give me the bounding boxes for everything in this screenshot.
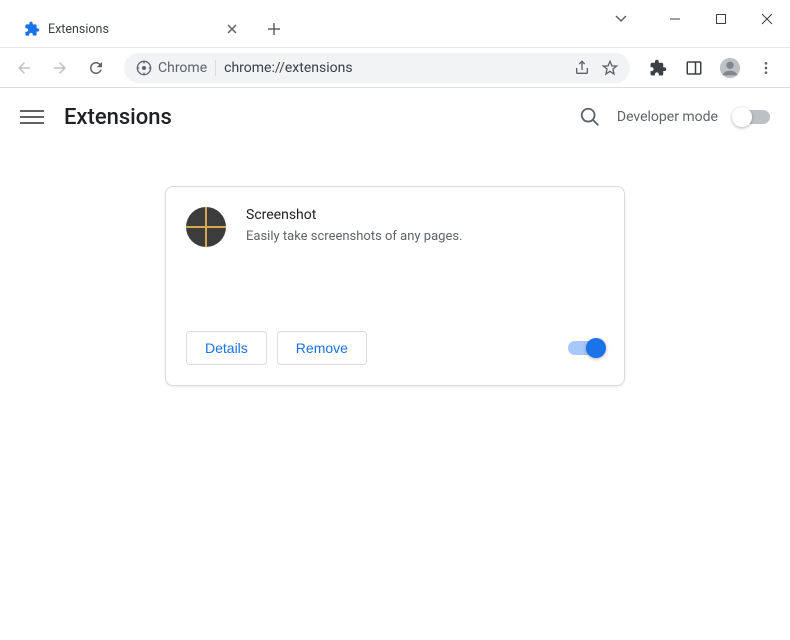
site-info-icon[interactable]: Chrome <box>136 60 216 76</box>
extension-card: Screenshot Easily take screenshots of an… <box>165 186 625 386</box>
developer-mode-toggle[interactable] <box>734 110 770 124</box>
address-bar[interactable]: Chrome chrome://extensions <box>124 53 630 83</box>
page-header: Extensions Developer mode <box>0 88 790 146</box>
extension-name: Screenshot <box>246 207 604 223</box>
card-actions: Details Remove <box>186 331 604 365</box>
close-button[interactable] <box>744 3 790 35</box>
extension-description: Easily take screenshots of any pages. <box>246 229 604 244</box>
window-controls <box>598 0 790 47</box>
protocol-label: Chrome <box>158 60 207 76</box>
tab-search-icon[interactable] <box>598 3 644 35</box>
maximize-button[interactable] <box>698 3 744 35</box>
minimize-button[interactable] <box>652 3 698 35</box>
menu-icon[interactable] <box>750 52 782 84</box>
extensions-grid: Screenshot Easily take screenshots of an… <box>0 146 790 426</box>
page-content: Extensions Developer mode Screenshot Eas… <box>0 88 790 640</box>
browser-toolbar: Chrome chrome://extensions <box>0 48 790 88</box>
bookmark-icon[interactable] <box>602 60 618 76</box>
header-actions: Developer mode <box>579 106 770 128</box>
extension-app-icon <box>186 207 226 247</box>
extension-favicon-icon <box>24 21 40 37</box>
side-panel-icon[interactable] <box>678 52 710 84</box>
omnibox-actions <box>574 60 618 76</box>
card-body: Screenshot Easily take screenshots of an… <box>186 207 604 331</box>
menu-button[interactable] <box>20 105 44 129</box>
share-icon[interactable] <box>574 60 590 76</box>
new-tab-button[interactable] <box>260 15 288 43</box>
extension-info: Screenshot Easily take screenshots of an… <box>246 207 604 331</box>
search-icon[interactable] <box>579 106 601 128</box>
developer-mode-label: Developer mode <box>617 109 718 125</box>
extension-enabled-toggle[interactable] <box>568 341 604 355</box>
browser-tab[interactable]: Extensions <box>12 11 252 47</box>
profile-icon[interactable] <box>714 52 746 84</box>
extensions-icon[interactable] <box>642 52 674 84</box>
reload-button[interactable] <box>80 52 112 84</box>
details-button[interactable]: Details <box>186 331 267 365</box>
remove-button[interactable]: Remove <box>277 331 367 365</box>
url-text: chrome://extensions <box>224 60 566 76</box>
tab-title: Extensions <box>48 22 109 37</box>
page-title: Extensions <box>64 105 172 130</box>
window-titlebar: Extensions <box>0 0 790 48</box>
back-button[interactable] <box>8 52 40 84</box>
forward-button[interactable] <box>44 52 76 84</box>
tab-close-icon[interactable] <box>224 21 240 37</box>
